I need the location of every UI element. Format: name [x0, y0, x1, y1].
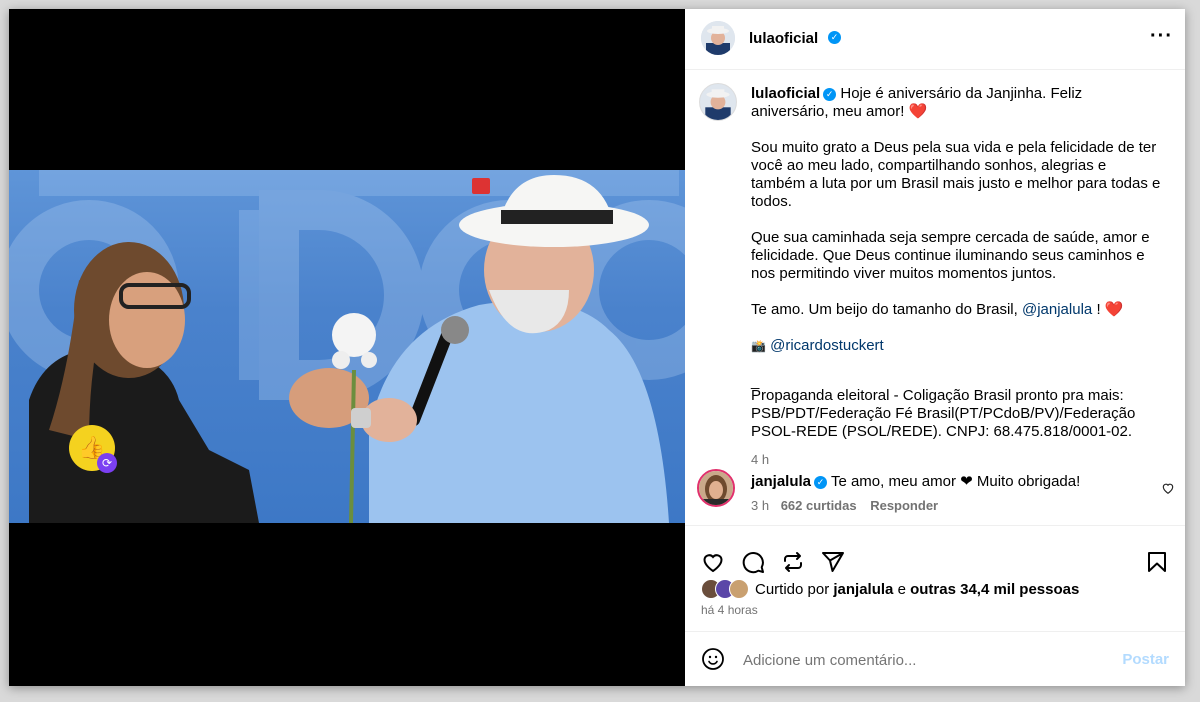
caption-disclaimer: Propaganda eleitoral - Coligação Brasil …: [751, 387, 1136, 440]
verified-badge-icon: ✓: [828, 31, 841, 44]
comment-item: janjalula ✓ Te amo, meu amor ❤ Muito obri…: [751, 473, 1151, 515]
post-sidebar: lulaoficial ✓ ··· lulaoficial ✓ Hoje é an…: [685, 9, 1185, 686]
header-username[interactable]: lulaoficial: [749, 30, 818, 47]
verified-badge-icon: ✓: [823, 87, 837, 101]
caption-paragraph-4: Te amo. Um beijo do tamanho do Brasil,: [751, 301, 1018, 318]
post-caption: lulaoficial ✓ Hoje é aniversário da Janji…: [751, 85, 1161, 469]
avatar-lula-icon: [700, 84, 736, 120]
comment-input[interactable]: [741, 644, 1105, 676]
avatar-lula-icon: [701, 21, 735, 55]
photo-credit-link[interactable]: @ricardostuckert: [770, 337, 884, 354]
comment-reply-button[interactable]: Responder: [870, 498, 938, 513]
liker-avatar-icon: [729, 579, 749, 599]
caption-username[interactable]: lulaoficial: [751, 85, 820, 102]
comment-likes[interactable]: 662 curtidas: [781, 498, 857, 513]
save-bookmark-icon[interactable]: [1145, 550, 1169, 579]
likes-summary: Curtido por janjalula e outras 34,4 mil …: [701, 579, 1171, 617]
liker-avatars: [701, 579, 757, 599]
comment-like-heart-icon[interactable]: [1161, 481, 1175, 500]
likes-prefix: Curtido por: [755, 580, 830, 598]
camera-icon: 📸: [751, 339, 766, 353]
mention-janjalula-link[interactable]: @janjalula: [1022, 301, 1092, 318]
caption-paragraph-4-end: ! ❤️: [1096, 301, 1124, 318]
likes-user-link[interactable]: janjalula: [833, 581, 893, 598]
likes-middle: e: [897, 580, 906, 598]
more-options-icon[interactable]: ···: [1150, 26, 1173, 46]
avatar-janja-icon: [699, 471, 733, 505]
caption-paragraph-3: Que sua caminhada seja sempre cercada de…: [751, 229, 1150, 282]
repost-badge-icon: ⟳: [97, 453, 117, 473]
post-comment-button[interactable]: Postar: [1122, 651, 1169, 668]
caption-avatar[interactable]: [699, 83, 737, 121]
post-header: lulaoficial ✓ ···: [685, 9, 1185, 70]
add-comment-bar: Postar: [685, 631, 1185, 686]
verified-badge-icon: ✓: [814, 475, 828, 489]
comment-avatar[interactable]: [697, 469, 735, 507]
post-window: 👍 ⟳ lulaoficial ✓ ··· lulaoficial ✓ Hoje…: [9, 9, 1185, 686]
comment-bubble-icon[interactable]: [741, 550, 765, 579]
like-heart-icon[interactable]: [701, 550, 725, 579]
caption-paragraph-2: Sou muito grato a Deus pela sua vida e p…: [751, 139, 1161, 210]
repost-icon[interactable]: [781, 550, 805, 579]
comment-text: Te amo, meu amor ❤ Muito obrigada!: [830, 473, 1081, 490]
caption-time: 4 h: [751, 452, 770, 467]
comment-time: 3 h: [751, 498, 770, 513]
likes-others-link[interactable]: outras 34,4 mil pessoas: [910, 581, 1079, 598]
emoji-icon[interactable]: [701, 647, 725, 676]
share-send-icon[interactable]: [821, 550, 845, 579]
post-time: há 4 horas: [701, 603, 758, 617]
avatar[interactable]: [701, 21, 735, 55]
comment-username[interactable]: janjalula: [751, 473, 811, 490]
post-media[interactable]: 👍 ⟳: [9, 9, 685, 686]
caption-dash: _: [751, 373, 760, 390]
